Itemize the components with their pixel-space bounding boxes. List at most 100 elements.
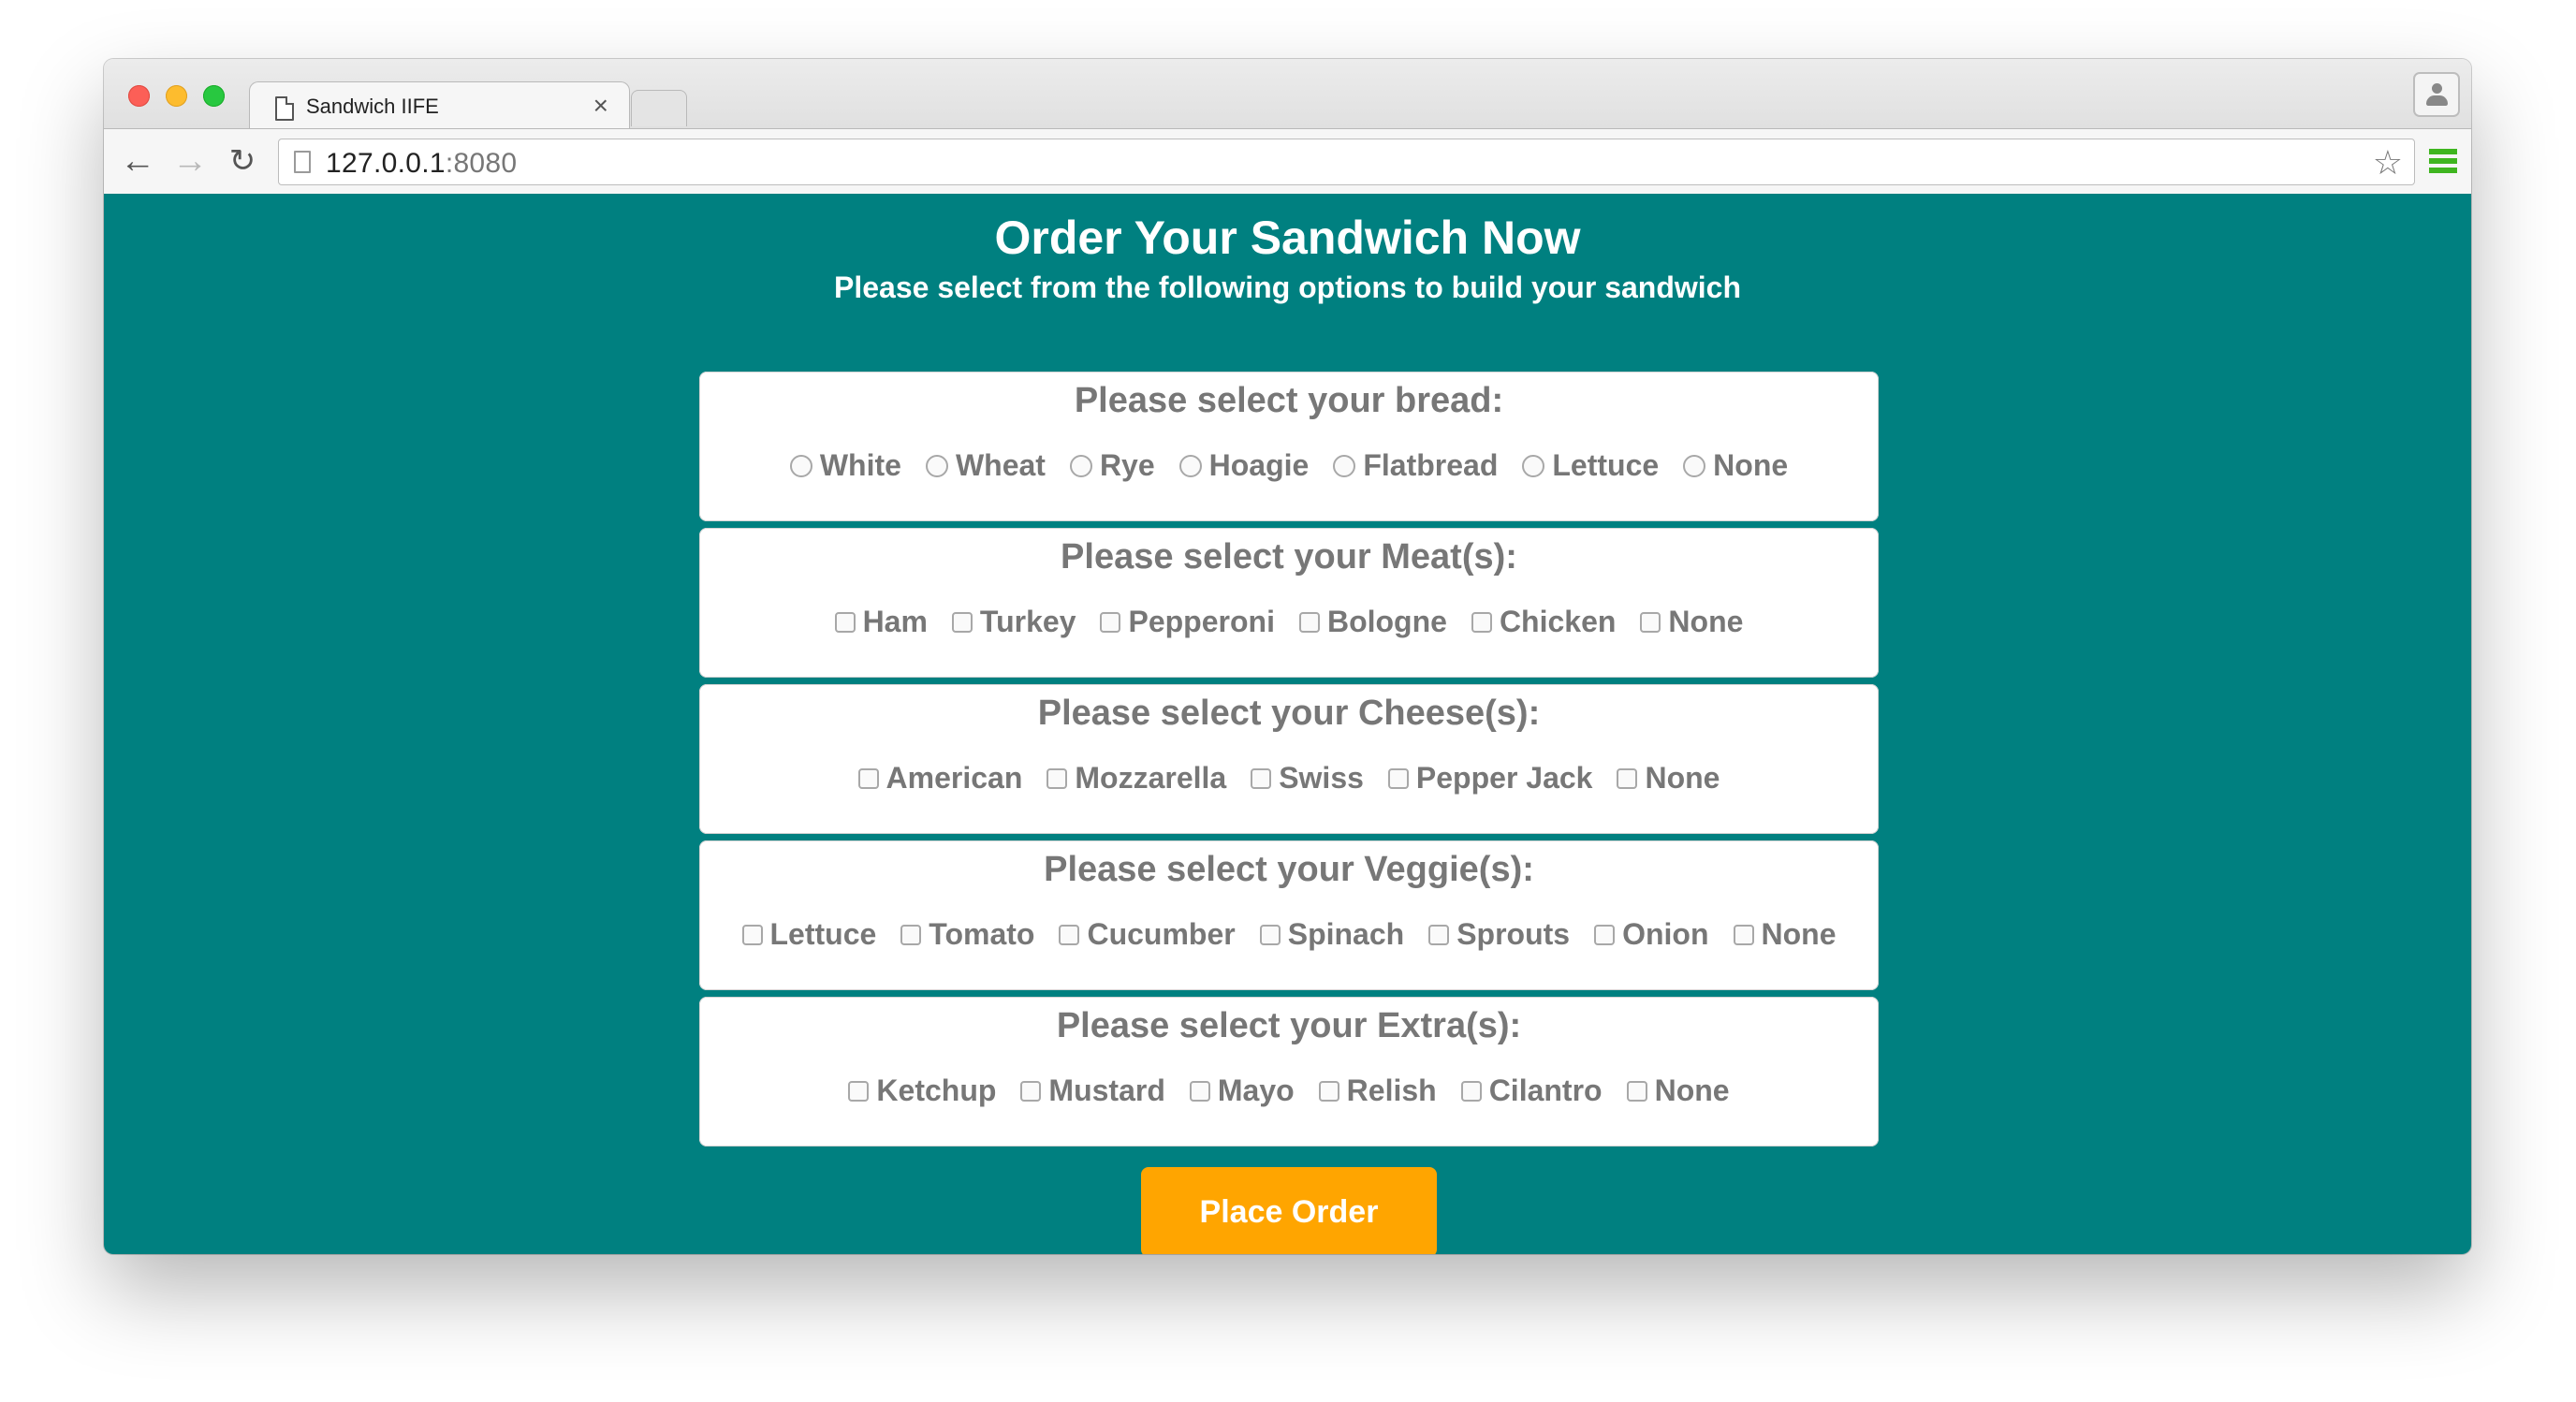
radio-button[interactable] — [789, 454, 812, 477]
radio-button[interactable] — [1178, 454, 1202, 477]
checkbox[interactable] — [1189, 1080, 1210, 1102]
cheese-option-swiss[interactable]: Swiss — [1251, 761, 1364, 796]
checkbox[interactable] — [1046, 767, 1068, 789]
minimize-window-button[interactable] — [166, 85, 187, 107]
checkbox[interactable] — [1298, 611, 1320, 633]
bookmark-star-icon[interactable]: ☆ — [2373, 143, 2403, 183]
veggie-option-spinach[interactable]: Spinach — [1259, 917, 1404, 952]
bread-option-white[interactable]: White — [789, 448, 901, 483]
bread-option-hoagie[interactable]: Hoagie — [1178, 448, 1309, 483]
cheese-option-mozzarella[interactable]: Mozzarella — [1046, 761, 1226, 796]
checkbox[interactable] — [1594, 924, 1616, 945]
radio-button[interactable] — [1683, 454, 1706, 477]
option-label: None — [1668, 605, 1744, 638]
checkbox[interactable] — [1471, 611, 1492, 633]
checkbox[interactable] — [834, 611, 856, 633]
radio-button[interactable] — [1522, 454, 1545, 477]
cheese-option-american[interactable]: American — [857, 761, 1023, 796]
meat-option-chicken[interactable]: Chicken — [1471, 605, 1616, 639]
checkbox[interactable] — [1059, 924, 1080, 945]
new-tab-button[interactable] — [631, 90, 687, 126]
forward-arrow-icon[interactable]: → — [171, 142, 209, 180]
extra-option-relish[interactable]: Relish — [1318, 1073, 1437, 1108]
extra-option-cilantro[interactable]: Cilantro — [1460, 1073, 1603, 1108]
section-heading: Please select your bread: — [1074, 381, 1504, 420]
address-bar[interactable]: 127.0.0.1:8080 ☆ — [278, 139, 2415, 185]
checkbox[interactable] — [1387, 767, 1409, 789]
extra-option-mayo[interactable]: Mayo — [1189, 1073, 1295, 1108]
checkbox[interactable] — [857, 767, 879, 789]
meat-option-turkey[interactable]: Turkey — [951, 605, 1076, 639]
checkbox[interactable] — [1100, 611, 1121, 633]
section-heading: Please select your Cheese(s): — [1037, 694, 1541, 733]
browser-window: Sandwich IIFE × ← → ↻ 127.0.0.1:8080 ☆ O… — [104, 59, 2471, 1254]
checkbox[interactable] — [1460, 1080, 1482, 1102]
meat-option-none[interactable]: None — [1640, 605, 1743, 639]
profile-icon[interactable] — [2413, 72, 2460, 117]
cheese-option-none[interactable]: None — [1617, 761, 1720, 796]
checkbox[interactable] — [951, 611, 973, 633]
checkbox[interactable] — [1428, 924, 1450, 945]
option-label: None — [1761, 917, 1837, 951]
bread-option-flatbread[interactable]: Flatbread — [1333, 448, 1498, 483]
radio-button[interactable] — [925, 454, 948, 477]
page-icon — [294, 151, 311, 173]
extra-option-ketchup[interactable]: Ketchup — [848, 1073, 996, 1108]
cheese-options: American Mozzarella Swiss Pepper Jack None — [699, 761, 1879, 796]
extra-option-mustard[interactable]: Mustard — [1020, 1073, 1165, 1108]
meat-option-pepperoni[interactable]: Pepperoni — [1100, 605, 1275, 639]
checkbox[interactable] — [1020, 1080, 1042, 1102]
url-text[interactable]: 127.0.0.1:8080 — [326, 148, 517, 180]
back-arrow-icon[interactable]: ← — [119, 142, 156, 180]
browser-toolbar: ← → ↻ 127.0.0.1:8080 ☆ — [104, 128, 2471, 196]
menu-icon[interactable] — [2429, 149, 2457, 173]
checkbox[interactable] — [848, 1080, 870, 1102]
checkbox[interactable] — [1617, 767, 1638, 789]
radio-button[interactable] — [1333, 454, 1356, 477]
checkbox[interactable] — [1251, 767, 1272, 789]
option-label: None — [1645, 761, 1720, 795]
veggie-option-tomato[interactable]: Tomato — [900, 917, 1034, 952]
option-label: Cilantro — [1488, 1073, 1603, 1107]
veggie-option-onion[interactable]: Onion — [1594, 917, 1709, 952]
veggie-option-lettuce[interactable]: Lettuce — [741, 917, 876, 952]
meat-option-ham[interactable]: Ham — [834, 605, 928, 639]
browser-tab[interactable]: Sandwich IIFE × — [249, 81, 630, 131]
option-label: Rye — [1099, 448, 1155, 482]
veggie-option-none[interactable]: None — [1733, 917, 1837, 952]
meat-option-bologne[interactable]: Bologne — [1298, 605, 1447, 639]
bread-option-none[interactable]: None — [1683, 448, 1788, 483]
bread-option-rye[interactable]: Rye — [1069, 448, 1155, 483]
checkbox[interactable] — [1318, 1080, 1339, 1102]
bread-option-lettuce[interactable]: Lettuce — [1522, 448, 1659, 483]
checkbox[interactable] — [1626, 1080, 1647, 1102]
cheese-option-pepper-jack[interactable]: Pepper Jack — [1387, 761, 1592, 796]
close-icon[interactable]: × — [593, 91, 608, 121]
close-window-button[interactable] — [128, 85, 150, 107]
page-subtitle: Please select from the following options… — [834, 270, 1741, 304]
checkbox[interactable] — [741, 924, 763, 945]
option-label: American — [886, 761, 1023, 795]
option-label: Tomato — [929, 917, 1035, 951]
zoom-window-button[interactable] — [203, 85, 225, 107]
checkbox[interactable] — [1259, 924, 1281, 945]
reload-icon[interactable]: ↻ — [224, 142, 261, 180]
checkbox[interactable] — [900, 924, 922, 945]
veggie-option-cucumber[interactable]: Cucumber — [1059, 917, 1236, 952]
section-heading: Please select your Veggie(s): — [1044, 850, 1534, 889]
option-label: Bologne — [1326, 605, 1447, 638]
option-label: Ham — [862, 605, 928, 638]
url-host: 127.0.0.1 — [326, 148, 446, 179]
checkbox[interactable] — [1640, 611, 1661, 633]
veggie-options: Lettuce Tomato Cucumber Spinach Sprouts Onion… — [699, 917, 1879, 952]
extra-option-none[interactable]: None — [1626, 1073, 1730, 1108]
radio-button[interactable] — [1069, 454, 1092, 477]
option-label: Pepperoni — [1128, 605, 1275, 638]
bread-option-wheat[interactable]: Wheat — [925, 448, 1046, 483]
option-label: Mustard — [1048, 1073, 1165, 1107]
option-label: Chicken — [1499, 605, 1617, 638]
checkbox[interactable] — [1733, 924, 1754, 945]
option-label: Wheat — [955, 448, 1046, 482]
place-order-button[interactable]: Place Order — [1141, 1167, 1437, 1254]
veggie-option-sprouts[interactable]: Sprouts — [1428, 917, 1570, 952]
